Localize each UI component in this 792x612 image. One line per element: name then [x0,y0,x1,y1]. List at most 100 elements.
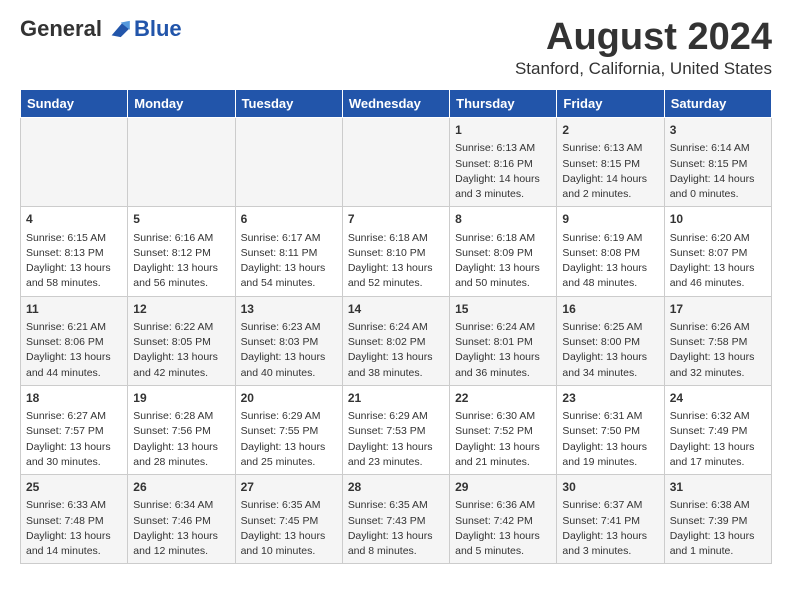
day-content: Sunset: 7:48 PM [26,514,122,529]
calendar-cell: 23Sunrise: 6:31 AMSunset: 7:50 PMDayligh… [557,385,664,474]
day-number: 10 [670,211,766,228]
calendar-cell: 20Sunrise: 6:29 AMSunset: 7:55 PMDayligh… [235,385,342,474]
day-content: Daylight: 13 hours [670,261,766,276]
day-content: Sunrise: 6:37 AM [562,498,658,513]
calendar-week-row: 11Sunrise: 6:21 AMSunset: 8:06 PMDayligh… [21,296,772,385]
logo: General Blue [20,16,182,42]
day-content: Sunrise: 6:24 AM [348,320,444,335]
day-number: 19 [133,390,229,407]
day-content: and 56 minutes. [133,276,229,291]
weekday-header: Tuesday [235,90,342,118]
calendar-cell [21,118,128,207]
day-content: and 32 minutes. [670,366,766,381]
day-content: and 5 minutes. [455,544,551,559]
calendar-cell: 26Sunrise: 6:34 AMSunset: 7:46 PMDayligh… [128,475,235,564]
day-content: Sunset: 8:07 PM [670,246,766,261]
day-content: Sunset: 8:09 PM [455,246,551,261]
day-content: and 0 minutes. [670,187,766,202]
day-content: Sunrise: 6:38 AM [670,498,766,513]
day-content: Daylight: 13 hours [562,440,658,455]
day-content: Daylight: 13 hours [133,350,229,365]
day-number: 20 [241,390,337,407]
calendar-week-row: 1Sunrise: 6:13 AMSunset: 8:16 PMDaylight… [21,118,772,207]
calendar-cell: 17Sunrise: 6:26 AMSunset: 7:58 PMDayligh… [664,296,771,385]
day-content: Sunrise: 6:18 AM [455,231,551,246]
day-content: Sunrise: 6:33 AM [26,498,122,513]
weekday-header: Thursday [450,90,557,118]
day-content: Sunset: 7:43 PM [348,514,444,529]
day-number: 8 [455,211,551,228]
calendar-cell: 12Sunrise: 6:22 AMSunset: 8:05 PMDayligh… [128,296,235,385]
day-content: Sunset: 7:41 PM [562,514,658,529]
day-content: Sunset: 8:10 PM [348,246,444,261]
day-content: Sunrise: 6:24 AM [455,320,551,335]
calendar-cell [235,118,342,207]
day-content: Sunrise: 6:20 AM [670,231,766,246]
day-number: 25 [26,479,122,496]
day-content: Sunrise: 6:29 AM [348,409,444,424]
calendar-cell: 16Sunrise: 6:25 AMSunset: 8:00 PMDayligh… [557,296,664,385]
day-number: 9 [562,211,658,228]
day-content: Sunset: 8:15 PM [670,157,766,172]
day-content: and 50 minutes. [455,276,551,291]
day-content: Daylight: 14 hours [562,172,658,187]
day-content: Sunset: 7:52 PM [455,424,551,439]
day-content: Sunset: 8:05 PM [133,335,229,350]
day-content: and 17 minutes. [670,455,766,470]
day-content: and 10 minutes. [241,544,337,559]
day-content: Sunrise: 6:36 AM [455,498,551,513]
calendar-cell: 1Sunrise: 6:13 AMSunset: 8:16 PMDaylight… [450,118,557,207]
day-content: Sunrise: 6:18 AM [348,231,444,246]
day-number: 16 [562,301,658,318]
calendar-cell: 13Sunrise: 6:23 AMSunset: 8:03 PMDayligh… [235,296,342,385]
title-block: August 2024 Stanford, California, United… [515,16,772,79]
calendar-week-row: 4Sunrise: 6:15 AMSunset: 8:13 PMDaylight… [21,207,772,296]
day-content: Daylight: 14 hours [670,172,766,187]
day-content: Sunset: 7:53 PM [348,424,444,439]
day-number: 31 [670,479,766,496]
day-content: Sunset: 7:55 PM [241,424,337,439]
day-content: Sunset: 8:01 PM [455,335,551,350]
calendar-cell: 27Sunrise: 6:35 AMSunset: 7:45 PMDayligh… [235,475,342,564]
day-content: Daylight: 13 hours [670,350,766,365]
day-content: Daylight: 13 hours [562,261,658,276]
day-content: and 3 minutes. [562,544,658,559]
day-content: and 34 minutes. [562,366,658,381]
day-number: 6 [241,211,337,228]
weekday-header: Saturday [664,90,771,118]
day-content: Sunrise: 6:13 AM [455,141,551,156]
day-content: Sunrise: 6:26 AM [670,320,766,335]
day-content: and 38 minutes. [348,366,444,381]
day-content: Sunset: 7:56 PM [133,424,229,439]
calendar-cell: 14Sunrise: 6:24 AMSunset: 8:02 PMDayligh… [342,296,449,385]
day-content: Sunrise: 6:29 AM [241,409,337,424]
day-content: and 36 minutes. [455,366,551,381]
day-number: 1 [455,122,551,139]
calendar-cell: 21Sunrise: 6:29 AMSunset: 7:53 PMDayligh… [342,385,449,474]
calendar-cell: 9Sunrise: 6:19 AMSunset: 8:08 PMDaylight… [557,207,664,296]
day-number: 26 [133,479,229,496]
day-content: Sunrise: 6:32 AM [670,409,766,424]
logo-blue-text: Blue [134,16,182,42]
logo-bird-icon [104,19,132,39]
day-content: Sunset: 7:57 PM [26,424,122,439]
day-content: Sunset: 8:12 PM [133,246,229,261]
day-content: Sunrise: 6:28 AM [133,409,229,424]
day-content: and 25 minutes. [241,455,337,470]
calendar-week-row: 18Sunrise: 6:27 AMSunset: 7:57 PMDayligh… [21,385,772,474]
day-content: Daylight: 13 hours [26,261,122,276]
day-content: and 8 minutes. [348,544,444,559]
day-content: Daylight: 13 hours [348,350,444,365]
day-content: and 19 minutes. [562,455,658,470]
day-content: Daylight: 13 hours [348,529,444,544]
day-content: and 54 minutes. [241,276,337,291]
day-content: Sunrise: 6:25 AM [562,320,658,335]
day-number: 5 [133,211,229,228]
calendar-cell: 30Sunrise: 6:37 AMSunset: 7:41 PMDayligh… [557,475,664,564]
day-content: Daylight: 13 hours [562,350,658,365]
calendar-cell: 7Sunrise: 6:18 AMSunset: 8:10 PMDaylight… [342,207,449,296]
day-content: Sunset: 7:42 PM [455,514,551,529]
day-content: Sunrise: 6:22 AM [133,320,229,335]
weekday-header: Sunday [21,90,128,118]
day-content: Daylight: 13 hours [670,440,766,455]
